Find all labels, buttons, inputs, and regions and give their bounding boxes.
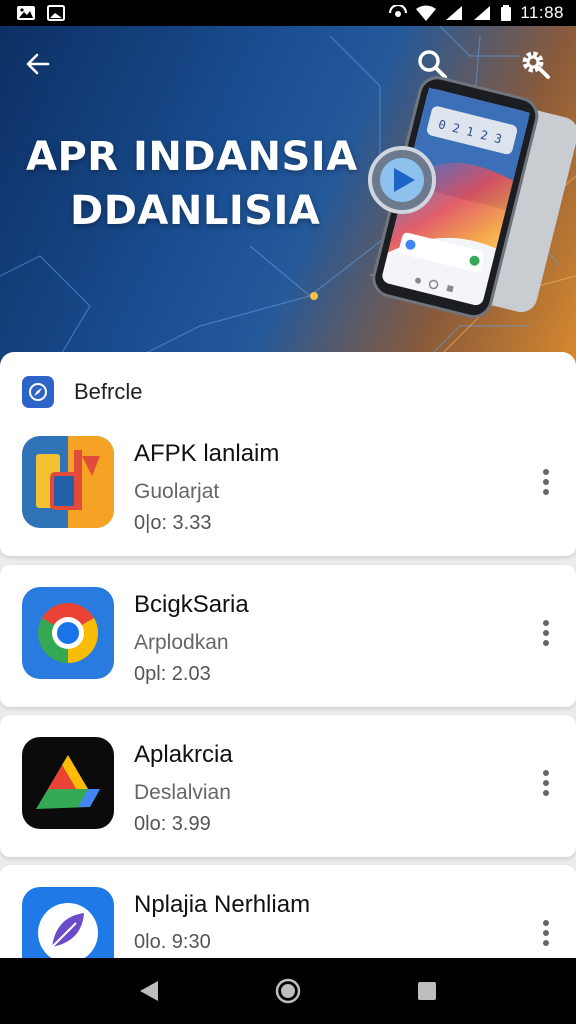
google-drive-icon: [22, 737, 114, 829]
colorful-blocks-app-icon: [22, 436, 114, 528]
app-list-card: Befrcle AFPK lanlaim Guolarjat 0|o: 3.33: [0, 352, 576, 556]
status-left: [16, 5, 66, 21]
app-subtitle: Guolarjat: [134, 480, 220, 503]
more-options-button[interactable]: [534, 464, 558, 500]
app-list-card: Aplakrcia Deslalvian 0lo: 3.99: [0, 715, 576, 857]
hero-title-line2: DDANLISIA: [70, 188, 321, 234]
app-size: 0|o: 3.33: [134, 512, 212, 534]
app-name: Nplajia Nerhliam: [134, 891, 311, 918]
signal-icon: [444, 5, 464, 21]
status-right: 11:88: [388, 3, 564, 23]
back-triangle-icon: [140, 981, 159, 1001]
app-subtitle: Arplodkan: [134, 631, 229, 654]
recents-square-icon: [417, 982, 436, 1000]
nav-back-button[interactable]: [129, 971, 169, 1011]
status-time: 11:88: [520, 3, 564, 22]
hero-banner: APR INDANSIA DDANLISIA 0 2 1 2 3: [0, 26, 576, 366]
hotspot-icon: [388, 3, 408, 21]
app-name: Aplakrcia: [134, 741, 233, 768]
status-bar: 11:88: [0, 0, 576, 26]
chrome-browser-icon: [22, 587, 114, 679]
compass-globe-icon: [22, 376, 54, 408]
hero-title: APR INDANSIA DDANLISIA: [26, 130, 358, 238]
more-options-button[interactable]: [534, 615, 558, 651]
app-subtitle: Deslalvian: [134, 781, 231, 804]
wifi-icon: [416, 5, 437, 21]
back-button[interactable]: [20, 46, 56, 82]
app-name: AFPK lanlaim: [134, 440, 280, 467]
section-header: Befrcle: [22, 376, 142, 408]
hero-phone-illustration: 0 2 1 2 3: [368, 76, 576, 319]
more-options-button[interactable]: [534, 915, 558, 951]
hero-title-line1: APR INDANSIA: [26, 134, 358, 180]
home-circle-icon: [275, 978, 301, 1004]
nav-recents-button[interactable]: [407, 971, 447, 1011]
app-list-item[interactable]: Aplakrcia Deslalvian 0lo: 3.99: [0, 737, 576, 857]
section-label: Befrcle: [74, 379, 143, 404]
app-list-card: BcigkSaria Arplodkan 0pl: 2.03: [0, 565, 576, 707]
app-size: 0pl: 2.03: [134, 663, 211, 685]
back-arrow-icon: [26, 53, 50, 75]
signal-icon: [472, 5, 492, 21]
more-options-button[interactable]: [534, 765, 558, 801]
battery-icon: [500, 5, 512, 21]
gallery-icon: [16, 5, 36, 21]
nav-home-button[interactable]: [268, 971, 308, 1011]
app-name: BcigkSaria: [134, 591, 249, 618]
app-size: 0lo: 3.99: [134, 813, 211, 835]
app-list-item[interactable]: BcigkSaria Arplodkan 0pl: 2.03: [0, 587, 576, 707]
app-size: 0lo. 9:30: [134, 931, 211, 953]
app-list-item[interactable]: AFPK lanlaim Guolarjat 0|o: 3.33: [0, 436, 576, 556]
navigation-bar: [0, 958, 576, 1024]
image-icon: [46, 5, 66, 21]
